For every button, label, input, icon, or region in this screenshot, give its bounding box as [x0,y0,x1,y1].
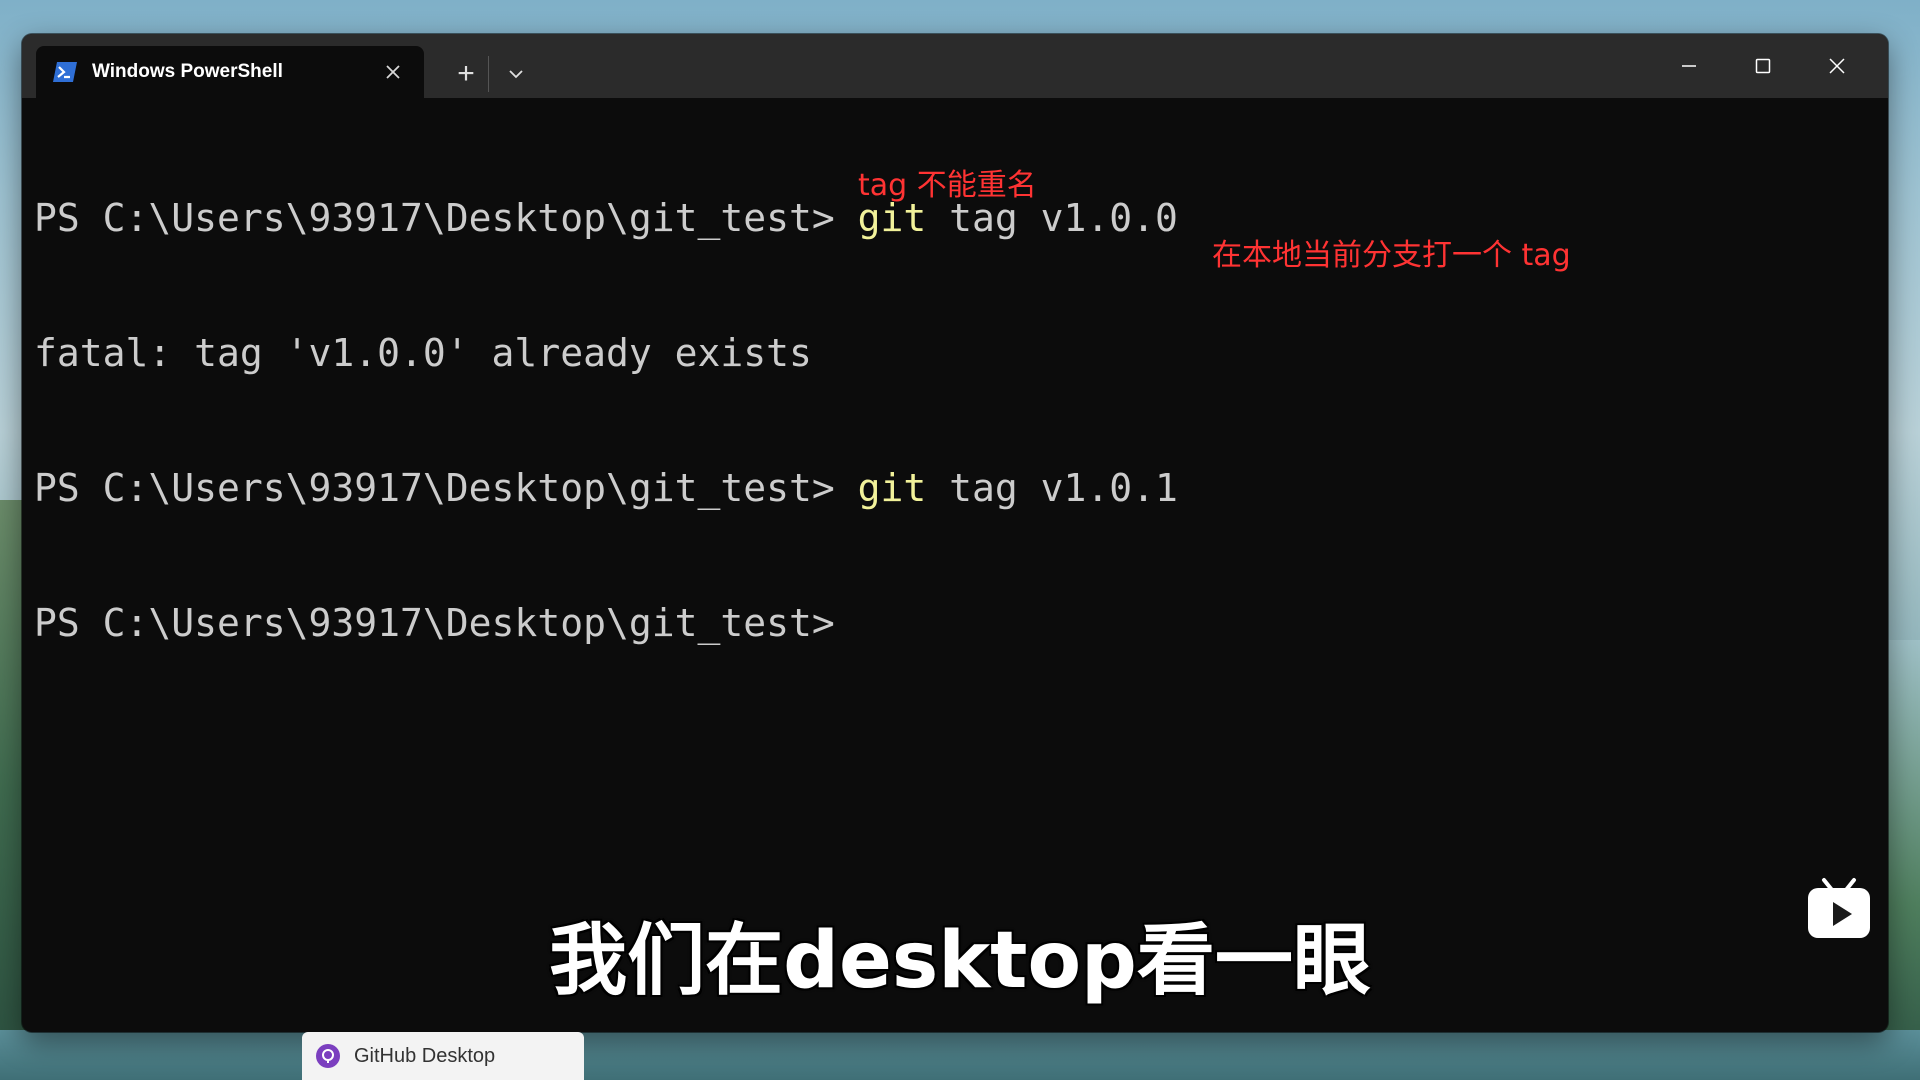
minimize-icon [1682,65,1696,67]
annotation-create-tag: 在本地当前分支打一个 tag [1212,238,1571,273]
close-icon [386,65,400,79]
terminal-line: PS C:\Users\93917\Desktop\git_test> [34,601,1868,646]
terminal-line: fatal: tag 'v1.0.0' already exists [34,331,1868,376]
maximize-icon [1755,58,1771,74]
maximize-button[interactable] [1726,34,1800,98]
tab-dropdown-button[interactable] [496,54,536,94]
prompt: PS C:\Users\93917\Desktop\git_test> [34,196,858,240]
prompt: PS C:\Users\93917\Desktop\git_test> [34,601,835,645]
annotation-duplicate-tag: tag 不能重名 [858,168,1037,203]
title-bar[interactable]: Windows PowerShell + [22,34,1888,98]
terminal-line: PS C:\Users\93917\Desktop\git_test> git … [34,466,1868,511]
tv-play-icon [1806,876,1872,940]
command-keyword: git [857,466,927,510]
github-desktop-icon [316,1044,340,1068]
tab-close-button[interactable] [378,57,408,87]
taskbar-preview-github-desktop[interactable]: GitHub Desktop [302,1032,584,1080]
taskbar-preview-label: GitHub Desktop [354,1044,496,1067]
command-args: tag v1.0.1 [926,466,1178,510]
tab-separator [488,56,489,92]
tab-powershell[interactable]: Windows PowerShell [36,46,424,98]
new-tab-button[interactable]: + [446,54,486,94]
powershell-icon [52,61,78,83]
terminal-window: Windows PowerShell + PS C:\Users\93917\D… [22,34,1888,1032]
video-subtitle: 我们在desktop看一眼 [549,916,1371,1006]
output-text: fatal: tag 'v1.0.0' already exists [34,331,812,375]
prompt: PS C:\Users\93917\Desktop\git_test> [34,466,858,510]
background-water [0,1030,1920,1080]
close-icon [1829,58,1845,74]
close-window-button[interactable] [1800,34,1874,98]
tab-title: Windows PowerShell [92,61,283,82]
chevron-down-icon [509,70,523,79]
minimize-button[interactable] [1652,34,1726,98]
